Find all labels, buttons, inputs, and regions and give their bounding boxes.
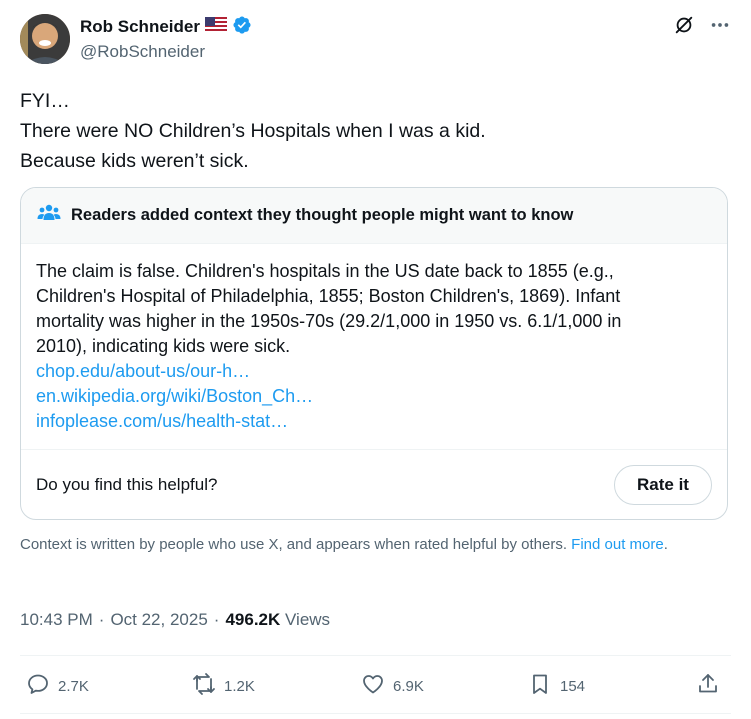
separator: · <box>213 610 220 629</box>
bookmark-button[interactable]: 154 <box>528 668 585 704</box>
display-name[interactable]: Rob Schneider <box>80 17 200 37</box>
tweet-date[interactable]: Oct 22, 2025 <box>110 610 207 630</box>
action-bar: 2.7K 1.2K 6.9K 154 <box>20 668 731 704</box>
tweet-line: There were NO Children’s Hospitals when … <box>20 120 486 142</box>
bookmark-icon <box>528 672 552 700</box>
helpful-question: Do you find this helpful? <box>36 474 218 494</box>
tweet-line: FYI… <box>20 90 70 112</box>
bookmark-count: 154 <box>560 677 586 695</box>
context-disclaimer: Context is written by people who use X, … <box>20 534 720 555</box>
note-text-line: Children's Hospital of Philadelphia, 185… <box>36 286 621 306</box>
community-note-body: The claim is false. Children's hospitals… <box>21 244 727 449</box>
divider <box>20 655 731 656</box>
note-text-line: The claim is false. Children's hospitals… <box>36 261 614 281</box>
reply-count: 2.7K <box>58 677 89 695</box>
verified-badge-icon[interactable] <box>232 15 252 40</box>
community-note: Readers added context they thought peopl… <box>20 187 728 520</box>
avatar[interactable] <box>20 14 70 64</box>
context-period: . <box>663 536 668 553</box>
tweet-line: Because kids weren’t sick. <box>20 150 249 172</box>
divider <box>20 713 731 714</box>
source-link[interactable]: infoplease.com/us/health-stat… <box>36 409 712 434</box>
tweet-text: FYI… There were NO Children’s Hospitals … <box>20 86 720 176</box>
views-count: 496.2K <box>225 610 281 629</box>
find-out-more-link[interactable]: Find out more <box>571 536 664 553</box>
community-note-header: Readers added context they thought peopl… <box>21 188 727 244</box>
people-icon <box>37 203 61 228</box>
reply-button[interactable]: 2.7K <box>26 668 89 704</box>
reply-icon <box>26 672 50 700</box>
separator: · <box>98 610 105 629</box>
note-text-line: 2010), indicating kids were sick. <box>36 336 291 356</box>
tweet-header: Rob Schneider @RobSchneider <box>20 14 731 66</box>
repost-count: 1.2K <box>224 677 255 695</box>
views-label: Views <box>285 610 331 629</box>
heart-icon <box>361 672 385 700</box>
source-link[interactable]: chop.edu/about-us/our-h… <box>36 359 712 384</box>
share-icon <box>696 672 720 700</box>
repost-icon <box>192 672 216 700</box>
like-count: 6.9K <box>393 677 424 695</box>
like-button[interactable]: 6.9K <box>361 668 424 704</box>
source-link[interactable]: en.wikipedia.org/wiki/Boston_Ch… <box>36 384 712 409</box>
note-text-line: mortality was higher in the 1950s-70s (2… <box>36 311 622 331</box>
tweet-meta: 10:43 PM · Oct 22, 2025 · 496.2K Views <box>20 610 330 630</box>
us-flag-icon <box>204 16 227 38</box>
more-options-icon[interactable] <box>709 14 731 41</box>
share-button[interactable] <box>696 668 720 704</box>
repost-button[interactable]: 1.2K <box>192 668 255 704</box>
community-note-title: Readers added context they thought peopl… <box>71 206 574 224</box>
tweet-time[interactable]: 10:43 PM <box>20 610 93 630</box>
note-rating-footer: Do you find this helpful? Rate it <box>21 449 727 519</box>
handle[interactable]: @RobSchneider <box>80 42 252 62</box>
grok-icon[interactable] <box>673 14 695 41</box>
rate-it-button[interactable]: Rate it <box>614 464 712 505</box>
context-disclaimer-text: Context is written by people who use X, … <box>20 536 567 553</box>
